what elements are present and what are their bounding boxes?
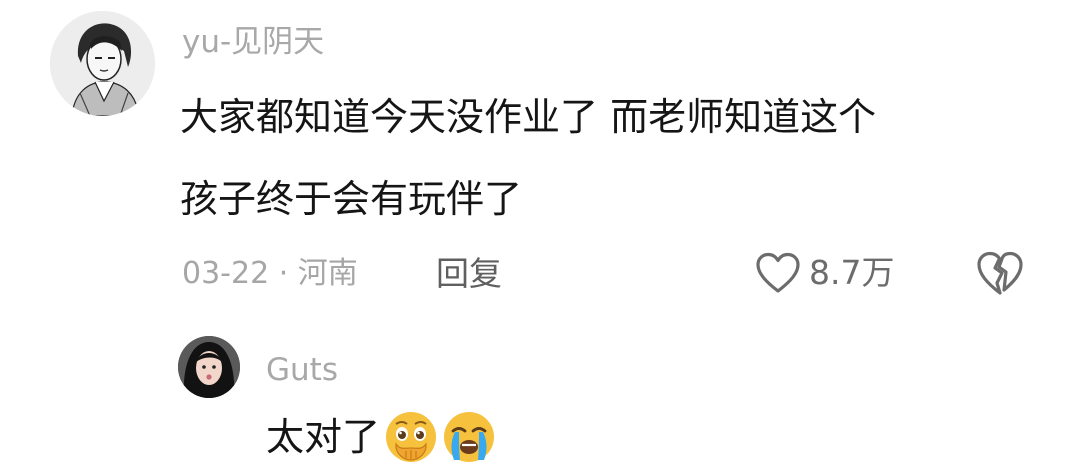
reply-username[interactable]: Guts: [266, 352, 338, 388]
comment-content-line: 孩子终于会有玩伴了: [180, 177, 523, 221]
dislike-button[interactable]: [975, 250, 1025, 296]
comment-content: 大家都知道今天没作业了 而老师知道这个 孩子终于会有玩伴了: [180, 76, 876, 240]
pleading-face-hands-emoji: [386, 412, 437, 462]
reply-content: 太对了: [266, 408, 496, 466]
avatar[interactable]: [50, 11, 155, 116]
comment-meta: 03-22 · 河南: [182, 256, 358, 291]
like-count: 8.7万: [809, 253, 895, 292]
avatar[interactable]: [178, 336, 240, 398]
reply-text: 太对了: [266, 415, 381, 459]
crying-face-emoji: [444, 412, 495, 462]
comment-content-line: 大家都知道今天没作业了 而老师知道这个: [180, 95, 877, 139]
reply-button[interactable]: 回复: [436, 254, 502, 294]
broken-heart-icon: [977, 251, 1023, 295]
like-button[interactable]: 8.7万: [755, 250, 894, 296]
comment-username[interactable]: yu-见阴天: [182, 24, 324, 60]
heart-icon: [756, 252, 800, 293]
